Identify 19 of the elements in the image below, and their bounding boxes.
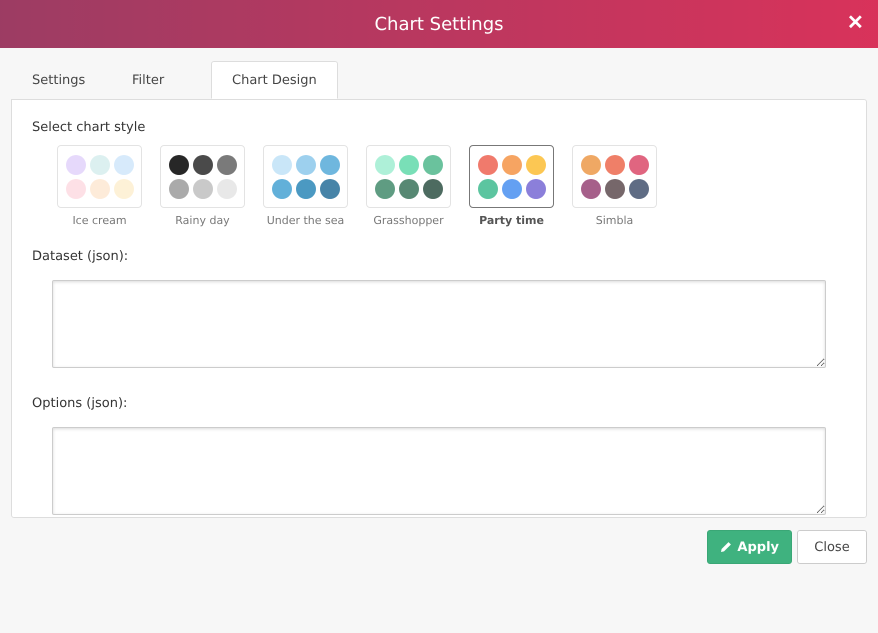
tab[interactable]: Chart Design xyxy=(211,61,338,99)
style-name: Ice cream xyxy=(72,214,127,227)
json-field[interactable] xyxy=(52,280,826,368)
style-swatch[interactable] xyxy=(469,145,554,208)
window-title: Chart Settings xyxy=(374,14,504,34)
style-name: Under the sea xyxy=(266,214,344,227)
field-label: Dataset (json): xyxy=(32,249,130,264)
tab[interactable]: Settings xyxy=(11,61,111,99)
field-label: Options (json): xyxy=(32,396,128,411)
style-name: Grasshopper xyxy=(373,214,444,227)
style-name: Simbla xyxy=(596,214,634,227)
pencil-icon xyxy=(720,541,732,553)
style-name: Rainy day xyxy=(175,214,230,227)
close-button[interactable]: ✕ xyxy=(845,10,866,35)
json-field[interactable] xyxy=(52,427,826,515)
style-name: Party time xyxy=(479,214,544,227)
style-label: Select chart style xyxy=(32,120,146,135)
tab[interactable]: Filter xyxy=(111,61,211,99)
close-button[interactable]: Close xyxy=(797,530,867,564)
